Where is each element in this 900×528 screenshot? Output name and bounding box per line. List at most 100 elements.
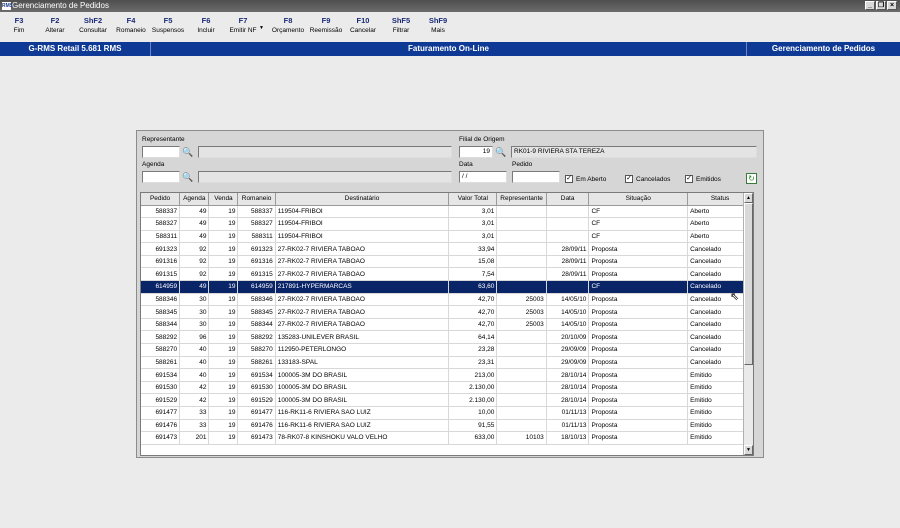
table-row[interactable]: 588292 96 19 588292 135283-UNILEVER BRASIL 64… xyxy=(141,330,753,345)
orders-table: Pedido Agenda Venda Romaneio Destinatário Val… xyxy=(141,193,753,445)
filial-name-field: RK01-9 RIVIERA STA TEREZA xyxy=(511,146,757,158)
table-row[interactable]: 691473 201 19 691473 78-RK07-8 KINSHOKU VALO… xyxy=(141,431,753,445)
table-row[interactable]: 588337 49 19 588337 119504-FRIBOI 3,01 CF Abert… xyxy=(141,205,753,219)
table-cell xyxy=(496,381,547,395)
table-cell xyxy=(496,217,547,231)
table-row[interactable]: 614959 49 19 614959 217891-HYPERMARCAS 63,60 C… xyxy=(141,280,753,294)
agenda-search-icon[interactable]: 🔍 xyxy=(182,171,194,183)
table-cell: 19 xyxy=(208,242,239,256)
grid-vertical-scrollbar[interactable]: ▲ ▼ xyxy=(743,193,753,455)
table-cell: 588346 xyxy=(237,293,276,307)
toolbar-button-shf9[interactable]: ShF9 Mais xyxy=(416,16,460,36)
data-label: Data xyxy=(459,161,473,168)
table-row[interactable]: 588344 30 19 588344 27-RK02-7 RIVIERA TABOAO… xyxy=(141,318,753,332)
table-cell xyxy=(546,205,590,219)
table-cell: 3,01 xyxy=(448,230,498,244)
table-row[interactable]: 588346 30 19 588346 27-RK02-7 RIVIERA TABOAO… xyxy=(141,293,753,307)
scroll-up-icon[interactable]: ▲ xyxy=(744,193,753,203)
column-header[interactable]: Destinatário xyxy=(275,193,450,206)
minimize-icon[interactable]: _ xyxy=(865,1,875,10)
column-header[interactable]: Data xyxy=(546,193,590,206)
column-header[interactable]: Pedido xyxy=(141,193,181,206)
table-cell: 19 xyxy=(208,255,239,269)
column-header[interactable]: Venda xyxy=(208,193,239,206)
table-cell: 28/10/14 xyxy=(546,381,590,395)
table-cell: 42,70 xyxy=(448,305,498,319)
column-header[interactable]: Situação xyxy=(588,193,689,206)
filial-label: Filial de Origem xyxy=(459,136,505,143)
table-cell: Proposta xyxy=(588,242,689,256)
table-cell: 614959 xyxy=(141,280,181,294)
table-cell: Proposta xyxy=(588,356,689,370)
representante-code-field[interactable] xyxy=(142,146,180,158)
table-cell: 213,00 xyxy=(448,368,498,382)
table-cell xyxy=(496,280,547,294)
table-cell: 691534 xyxy=(141,368,181,382)
table-cell: 691473 xyxy=(237,431,276,445)
refresh-icon[interactable]: ↻ xyxy=(746,173,757,184)
table-cell: 588261 xyxy=(141,356,181,370)
table-cell: 201 xyxy=(179,431,210,445)
table-row[interactable]: 691534 40 19 691534 100005-3M DO BRASIL 213,0… xyxy=(141,368,753,382)
emitidos-checkbox[interactable]: ✓ xyxy=(685,175,693,183)
dropdown-arrow-icon[interactable]: ▼ xyxy=(259,25,264,31)
table-row[interactable]: 691315 92 19 691315 27-RK02-7 RIVIERA TABOAO… xyxy=(141,267,753,282)
table-cell: 23,31 xyxy=(448,356,498,370)
scroll-down-icon[interactable]: ▼ xyxy=(744,445,753,455)
table-cell: 18/10/13 xyxy=(546,431,590,445)
close-icon[interactable]: × xyxy=(887,1,897,10)
table-row[interactable]: 588327 49 19 588327 119504-FRIBOI 3,01 CF Abert… xyxy=(141,217,753,231)
scroll-thumb[interactable] xyxy=(744,203,753,365)
table-cell: 33 xyxy=(179,419,210,433)
filial-search-icon[interactable]: 🔍 xyxy=(495,146,507,158)
table-row[interactable]: 691476 33 19 691476 116-RK11-6 RIVIERA SAO L… xyxy=(141,419,753,433)
table-cell: 588344 xyxy=(237,318,276,332)
column-header[interactable]: Valor Total xyxy=(448,193,498,206)
date-field[interactable]: / / xyxy=(459,171,507,183)
table-row[interactable]: 691477 33 19 691477 116-RK11-6 RIVIERA SAO L… xyxy=(141,406,753,420)
table-cell xyxy=(496,255,547,269)
cancelados-checkbox[interactable]: ✓ xyxy=(625,175,633,183)
em-aberto-checkbox[interactable]: ✓ xyxy=(565,175,573,183)
order-number-field[interactable] xyxy=(512,171,560,183)
table-cell: Proposta xyxy=(588,368,689,382)
table-cell: 40 xyxy=(179,368,210,382)
table-row[interactable]: 691530 42 19 691530 100005-3M DO BRASIL 2.130… xyxy=(141,381,753,395)
column-header[interactable]: Agenda xyxy=(179,193,210,206)
table-cell: 30 xyxy=(179,318,210,332)
toolbar-button-f7[interactable]: F7 Emitir NF ▼ xyxy=(221,16,265,36)
table-cell: 33 xyxy=(179,406,210,420)
table-row[interactable]: 588345 30 19 588345 27-RK02-7 RIVIERA TABOAO… xyxy=(141,305,753,319)
table-cell: 691530 xyxy=(237,381,276,395)
table-cell: 119504-FRIBOI xyxy=(275,217,450,231)
table-row[interactable]: 691529 42 19 691529 100005-3M DO BRASIL 2.130… xyxy=(141,393,753,407)
table-cell: 119504-FRIBOI xyxy=(275,230,450,244)
table-cell: 691477 xyxy=(141,406,181,420)
table-cell xyxy=(496,330,547,345)
table-cell: Proposta xyxy=(588,255,689,269)
table-cell: 588311 xyxy=(237,230,276,244)
column-header[interactable]: Romaneio xyxy=(237,193,276,206)
table-cell: 119504-FRIBOI xyxy=(275,205,450,219)
table-cell: 19 xyxy=(208,205,239,219)
agenda-code-field[interactable] xyxy=(142,171,180,183)
table-cell: 49 xyxy=(179,217,210,231)
column-header[interactable]: Representante xyxy=(496,193,547,206)
table-row[interactable]: 588270 40 19 588270 112950-PETERLONGO 23,28 29… xyxy=(141,343,753,357)
screen-name: Gerenciamento de Pedidos xyxy=(771,44,876,53)
representante-search-icon[interactable]: 🔍 xyxy=(182,146,194,158)
table-row[interactable]: 691323 92 19 691323 27-RK02-7 RIVIERA TABOAO… xyxy=(141,242,753,256)
table-cell: 30 xyxy=(179,305,210,319)
table-cell: 28/09/11 xyxy=(546,267,590,282)
table-cell: 27-RK02-7 RIVIERA TABOAO xyxy=(275,305,450,319)
filial-code-field[interactable]: 19 xyxy=(459,146,493,158)
table-cell: 96 xyxy=(179,330,210,345)
representante-name-field xyxy=(198,146,452,158)
table-row[interactable]: 691316 92 19 691316 27-RK02-7 RIVIERA TABOAO… xyxy=(141,255,753,269)
table-cell: CF xyxy=(588,230,689,244)
table-cell: 19 xyxy=(208,431,239,445)
restore-icon[interactable]: ❐ xyxy=(876,1,886,10)
table-cell: 588337 xyxy=(237,205,276,219)
table-row[interactable]: 588311 49 19 588311 119504-FRIBOI 3,01 CF Abert… xyxy=(141,230,753,244)
table-row[interactable]: 588261 40 19 588261 133183-SPAL 23,31 29/09/09… xyxy=(141,356,753,370)
